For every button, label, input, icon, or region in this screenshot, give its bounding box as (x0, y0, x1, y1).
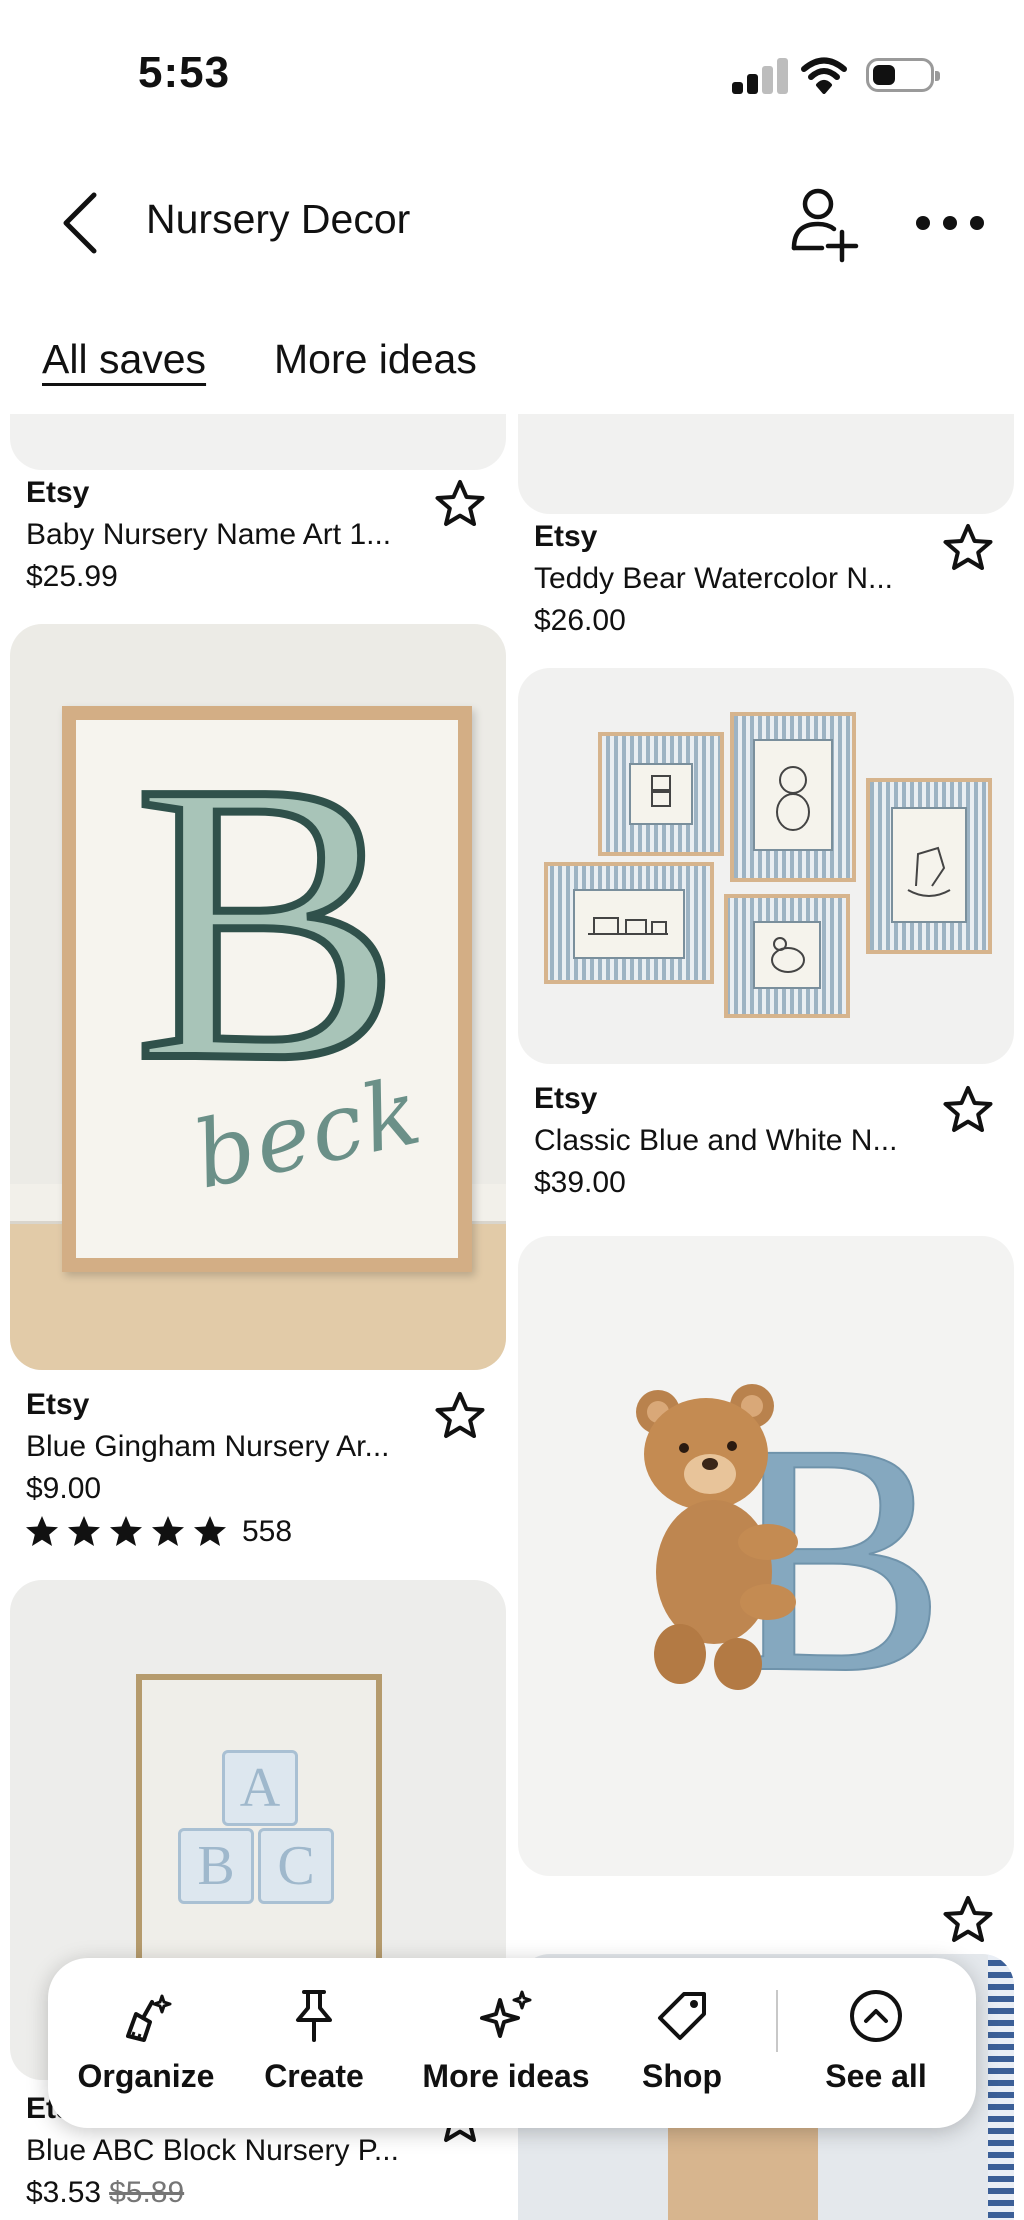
pin-source: Etsy (26, 476, 90, 509)
pin-image[interactable] (10, 414, 506, 470)
star-icon[interactable] (434, 478, 486, 530)
pin-price: $25.99 (26, 560, 118, 593)
person-add-icon (791, 188, 859, 263)
pin-image-gingham-b[interactable]: B beck (10, 624, 506, 1370)
pin-price: $26.00 (534, 604, 626, 637)
pin-title[interactable]: Blue Gingham Nursery Ar... (26, 1430, 390, 1464)
sale-price: $3.53 (26, 2176, 102, 2209)
pin-price: $39.00 (534, 1166, 626, 1199)
star-icon[interactable] (434, 1390, 486, 1442)
pin-image-teddy-bear-b[interactable]: B (518, 1236, 1014, 1876)
block-letter: B (178, 1828, 254, 1904)
wifi-icon (801, 57, 847, 94)
original-price: $5.89 (109, 2176, 185, 2209)
review-count: 558 (242, 1515, 293, 1548)
shop-button[interactable]: Shop (626, 1958, 738, 2128)
shop-label: Shop (642, 2058, 722, 2094)
pin-price: $3.53 $5.89 (26, 2176, 184, 2210)
tab-all-saves[interactable]: All saves (42, 336, 206, 383)
chevron-left-icon (63, 192, 97, 254)
more-ideas-label: More ideas (422, 2058, 590, 2094)
pin-source: Etsy (534, 520, 598, 553)
see-all-button[interactable]: See all (810, 1958, 942, 2128)
star-icon[interactable] (942, 1894, 994, 1946)
frame-gallery-art (544, 712, 992, 1018)
organize-label: Organize (77, 2058, 215, 2094)
pin-source: Etsy (26, 1388, 90, 1421)
star-icon[interactable] (942, 1084, 994, 1136)
pin-title[interactable]: Teddy Bear Watercolor N... (534, 562, 893, 596)
add-collaborator-button[interactable] (790, 184, 860, 264)
pin-price: $9.00 (26, 1472, 102, 1505)
art-letter: B (130, 720, 405, 1143)
pin-title[interactable]: Classic Blue and White N... (534, 1124, 897, 1158)
tab-more-ideas[interactable]: More ideas (274, 336, 477, 383)
more-ideas-button[interactable]: More ideas (420, 1958, 592, 2128)
pushpin-icon (296, 1990, 332, 2042)
battery-icon (866, 58, 940, 92)
create-label: Create (264, 2058, 364, 2094)
board-toolbar: Organize Create More ideas Shop See all (48, 1958, 976, 2128)
toolbar-divider (776, 1990, 778, 2052)
create-button[interactable]: Create (254, 1958, 374, 2128)
more-options-button[interactable] (912, 200, 988, 244)
price-tag-icon (658, 1992, 706, 2040)
greek-key-border (988, 1954, 1014, 2220)
status-time: 5:53 (138, 48, 231, 97)
back-button[interactable] (50, 186, 110, 260)
cellular-signal-icon (732, 58, 788, 94)
see-all-label: See all (825, 2058, 927, 2094)
pin-image-gallery-frames[interactable] (518, 668, 1014, 1064)
chevron-up-circle-icon (850, 1990, 902, 2042)
block-letter: C (258, 1828, 334, 1904)
pin-feed: Etsy Baby Nursery Name Art 1... $25.99 E… (0, 414, 1024, 2220)
pin-image[interactable] (518, 414, 1014, 514)
rating-row: 558 (24, 1512, 292, 1552)
sparkles-icon (480, 1990, 532, 2038)
board-title: Nursery Decor (146, 196, 411, 242)
block-letter: A (222, 1750, 298, 1826)
pin-title[interactable]: Baby Nursery Name Art 1... (26, 518, 391, 552)
picture-frame: B beck (62, 706, 472, 1272)
teddy-bear-art (636, 1384, 798, 1690)
pin-title[interactable]: Blue ABC Block Nursery P... (26, 2134, 399, 2168)
organize-button[interactable]: Organize (70, 1958, 222, 2128)
pin-source: Etsy (534, 1082, 598, 1115)
broom-sparkle-icon (126, 1994, 172, 2042)
star-icon[interactable] (942, 522, 994, 574)
rating-stars-icon (26, 1516, 226, 1546)
